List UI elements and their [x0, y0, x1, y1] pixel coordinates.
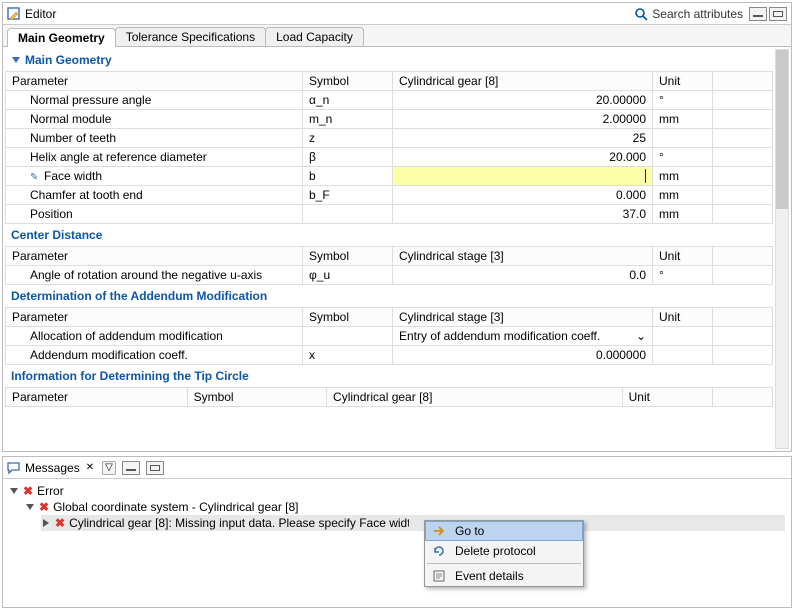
tree-label: Global coordinate system - Cylindrical g…: [53, 500, 298, 514]
section-header-addendum[interactable]: Determination of the Addendum Modificati…: [5, 285, 773, 307]
col-symbol[interactable]: Symbol: [303, 72, 393, 91]
tree-row-node1[interactable]: ✖ Global coordinate system - Cylindrical…: [25, 499, 785, 515]
menu-label: Go to: [455, 524, 484, 538]
tab-load-capacity[interactable]: Load Capacity: [265, 27, 364, 46]
table-row: Normal modulem_n2.00000mm: [6, 110, 773, 129]
face-width-input[interactable]: [393, 167, 653, 186]
search-attributes[interactable]: Search attributes: [634, 7, 743, 21]
menu-label: Delete protocol: [455, 544, 536, 558]
table-row: Addendum modification coeff.x0.000000: [6, 346, 773, 365]
expand-icon[interactable]: [25, 502, 35, 512]
scrollbar[interactable]: [775, 49, 789, 449]
tree-label: Cylindrical gear [8]: Missing input data…: [69, 516, 409, 530]
view-menu-button[interactable]: ▽: [102, 461, 116, 475]
editor-titlebar: Editor Search attributes: [3, 3, 791, 25]
table-header-row: Parameter Symbol Cylindrical gear [8] Un…: [6, 72, 773, 91]
value-cell[interactable]: 20.000: [393, 148, 653, 167]
table-center-distance: ParameterSymbolCylindrical stage [3]Unit…: [5, 246, 773, 285]
collapse-icon: [11, 55, 21, 65]
chevron-down-icon: ⌄: [636, 329, 646, 343]
editor-tabs: Main Geometry Tolerance Specifications L…: [3, 25, 791, 47]
details-icon: [431, 569, 447, 583]
table-main-geometry: Parameter Symbol Cylindrical gear [8] Un…: [5, 71, 773, 224]
table-row: Number of teethz25: [6, 129, 773, 148]
col-unit[interactable]: Unit: [653, 72, 713, 91]
messages-title: Messages: [25, 461, 80, 475]
menu-item-goto[interactable]: Go to: [425, 521, 583, 541]
tree-row-error[interactable]: ✖ Error: [9, 483, 785, 499]
minimize-messages-button[interactable]: [122, 461, 140, 475]
col-value[interactable]: Cylindrical gear [8]: [393, 72, 653, 91]
value-cell[interactable]: 25: [393, 129, 653, 148]
expand-icon[interactable]: [41, 518, 51, 528]
error-icon: ✖: [55, 516, 65, 530]
refresh-icon: [431, 544, 447, 558]
tab-tolerance-specifications[interactable]: Tolerance Specifications: [115, 27, 266, 46]
table-tip-circle: ParameterSymbolCylindrical gear [8]Unit: [5, 387, 773, 407]
expand-icon[interactable]: [9, 486, 19, 496]
context-menu: Go to Delete protocol Event details: [424, 520, 584, 587]
value-cell[interactable]: 37.0: [393, 205, 653, 224]
scroll-thumb[interactable]: [776, 50, 788, 209]
tab-main-geometry[interactable]: Main Geometry: [7, 28, 116, 47]
menu-label: Event details: [455, 569, 524, 583]
section-header-center-distance[interactable]: Center Distance: [5, 224, 773, 246]
editor-icon: [7, 7, 21, 21]
error-label: Error: [37, 484, 64, 498]
table-addendum: ParameterSymbolCylindrical stage [3]Unit…: [5, 307, 773, 365]
section-title: Main Geometry: [25, 53, 112, 67]
error-icon: ✖: [39, 500, 49, 514]
search-icon: [634, 7, 648, 21]
goto-icon: [431, 524, 447, 538]
editor-title: Editor: [25, 7, 56, 21]
menu-item-delete-protocol[interactable]: Delete protocol: [425, 541, 583, 561]
table-row-face-width: ✎Face widthb mm: [6, 167, 773, 186]
menu-item-event-details[interactable]: Event details: [425, 566, 583, 586]
messages-icon: [7, 461, 21, 475]
col-extra: [713, 72, 773, 91]
maximize-button[interactable]: [769, 7, 787, 21]
section-header-tip-circle[interactable]: Information for Determining the Tip Circ…: [5, 365, 773, 387]
col-parameter[interactable]: Parameter: [6, 72, 303, 91]
close-view-icon[interactable]: ✕: [86, 462, 94, 473]
table-row: Normal pressure angleα_n20.00000°: [6, 91, 773, 110]
table-row: Chamfer at tooth endb_F0.000mm: [6, 186, 773, 205]
table-row: Helix angle at reference diameterβ20.000…: [6, 148, 773, 167]
editor-pane: Editor Search attributes Main Geometry T…: [2, 2, 792, 452]
table-row: Allocation of addendum modificationEntry…: [6, 327, 773, 346]
minimize-button[interactable]: [749, 7, 767, 21]
table-row: Angle of rotation around the negative u-…: [6, 266, 773, 285]
section-header-main-geometry[interactable]: Main Geometry: [5, 49, 773, 71]
messages-titlebar: Messages ✕ ▽: [3, 457, 791, 479]
table-row: Position37.0mm: [6, 205, 773, 224]
search-label: Search attributes: [652, 7, 743, 21]
messages-pane: Messages ✕ ▽ ✖ Error ✖ Global coordinate…: [2, 456, 792, 608]
allocation-dropdown[interactable]: Entry of addendum modification coeff.⌄: [393, 327, 653, 346]
value-cell[interactable]: 20.00000: [393, 91, 653, 110]
value-cell[interactable]: 0.000: [393, 186, 653, 205]
value-cell[interactable]: 2.00000: [393, 110, 653, 129]
maximize-messages-button[interactable]: [146, 461, 164, 475]
editor-content: Main Geometry Parameter Symbol Cylindric…: [3, 47, 791, 451]
edit-icon: ✎: [30, 172, 40, 183]
value-cell[interactable]: 0.000000: [393, 346, 653, 365]
tree-row-node2[interactable]: ✖ Cylindrical gear [8]: Missing input da…: [41, 515, 785, 531]
value-cell[interactable]: 0.0: [393, 266, 653, 285]
error-icon: ✖: [23, 484, 33, 498]
messages-tree: ✖ Error ✖ Global coordinate system - Cyl…: [3, 479, 791, 535]
